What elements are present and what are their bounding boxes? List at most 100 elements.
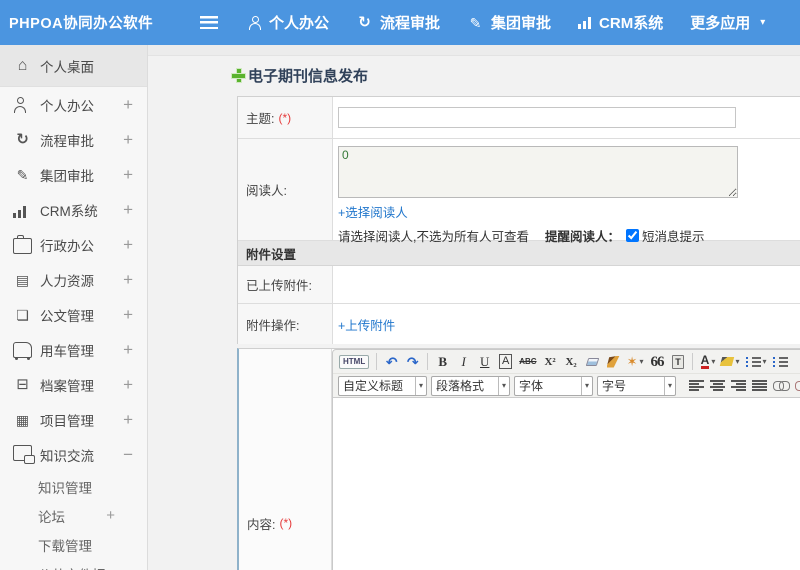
add-plus-icon (232, 69, 245, 82)
nav-item[interactable]: 流程审批 (356, 12, 440, 33)
sidebar-item[interactable]: 知识交流 − (0, 437, 147, 472)
sidebar-item[interactable]: 公文管理 + (0, 297, 147, 332)
ordered-list-icon (745, 355, 761, 368)
edit-icon (467, 15, 484, 30)
align-center-button[interactable] (708, 376, 727, 396)
blockquote-button[interactable]: 66 (647, 352, 666, 372)
sidebar-item[interactable]: 行政办公 + (0, 227, 147, 262)
align-justify-button[interactable] (750, 376, 769, 396)
expand-toggle[interactable]: + (106, 507, 115, 524)
superscript-button[interactable]: X² (541, 352, 560, 372)
sidebar-item[interactable]: 集团审批 + (0, 157, 147, 192)
nav-item[interactable]: CRM系统 (578, 12, 663, 33)
expand-toggle[interactable]: + (123, 410, 133, 430)
doc-icon (13, 307, 32, 323)
paste-as-text-icon (671, 354, 684, 369)
readers-hint: 请选择阅读人,不选为所有人可查看 (338, 230, 529, 244)
expand-toggle[interactable]: + (123, 130, 133, 150)
expand-toggle[interactable]: − (123, 445, 133, 465)
select-readers-link[interactable]: +选择阅读人 (338, 202, 408, 221)
expand-toggle[interactable]: + (123, 375, 133, 395)
briefcase-icon (13, 235, 32, 254)
attach-ops-label: 附件操作: (246, 318, 300, 333)
sidebar-item[interactable]: 流程审批 + (0, 122, 147, 157)
font-family-select[interactable]: 字体 ▾ (514, 375, 594, 396)
underline-button[interactable]: U (475, 352, 494, 372)
html-source-button[interactable]: HTML (337, 352, 371, 372)
sidebar-subitem[interactable]: 论坛 + (0, 501, 147, 530)
dropdown-caret-icon: ▾ (735, 357, 740, 366)
expand-toggle[interactable]: + (123, 200, 133, 220)
font-color-button[interactable]: A ▾ (698, 352, 717, 372)
bold-button[interactable]: B (433, 352, 452, 372)
nav-item[interactable]: 个人办公 (248, 12, 329, 33)
insert-link-button[interactable] (771, 376, 791, 396)
app-logo[interactable]: PHPOA协同办公软件 (0, 12, 178, 33)
sidebar-item[interactable]: 用车管理 + (0, 332, 147, 367)
sidebar: 个人桌面 个人办公 + 流程审批 + 集团审批 + CRM系统 (0, 45, 148, 570)
paragraph-format-select[interactable]: 段落格式 ▾ (431, 375, 511, 396)
highlight-color-button[interactable]: ▾ (719, 352, 741, 372)
auto-typeset-icon (627, 354, 638, 369)
subscript-button[interactable]: X₂ (562, 352, 581, 372)
auto-typeset-button[interactable]: ▾ (625, 352, 646, 372)
editor-content-area[interactable] (333, 398, 800, 570)
sidebar-subitem[interactable]: 公共文件柜 (0, 559, 147, 570)
person-icon (13, 96, 32, 113)
top-nav: 个人办公 流程审批 集团审批 CRM系统 更多应用 ▾ (248, 12, 765, 33)
app-body: 个人桌面 个人办公 + 流程审批 + 集团审批 + CRM系统 (0, 45, 800, 570)
font-style-button[interactable]: A (496, 352, 515, 372)
undo-button[interactable]: ↶ (382, 352, 401, 372)
paste-as-text-button[interactable] (668, 352, 687, 372)
italic-button[interactable]: I (454, 352, 473, 372)
dropdown-caret-icon: ▾ (581, 376, 592, 395)
strikethrough-button[interactable]: ABC (517, 352, 538, 372)
upload-attachment-link[interactable]: +上传附件 (338, 315, 395, 334)
sidebar-item[interactable]: 档案管理 + (0, 367, 147, 402)
sidebar-item[interactable]: 人力资源 + (0, 262, 147, 297)
align-right-button[interactable] (729, 376, 748, 396)
editor-align-insert-group (686, 376, 800, 396)
font-size-select[interactable]: 字号 ▾ (597, 375, 677, 396)
sms-notify-checkbox[interactable] (626, 229, 639, 242)
person-icon (248, 15, 262, 30)
sidebar-item[interactable]: 项目管理 + (0, 402, 147, 437)
hamburger-menu-icon[interactable] (200, 16, 218, 29)
chart-icon (578, 16, 593, 29)
sidebar-item[interactable]: 个人桌面 (0, 45, 147, 87)
remind-readers-label: 提醒阅读人： (544, 230, 620, 244)
page-title: 电子期刊信息发布 (232, 65, 800, 86)
expand-toggle[interactable]: + (123, 270, 133, 290)
redo-button[interactable]: ↷ (403, 352, 422, 372)
unordered-list-button[interactable] (771, 352, 790, 372)
align-left-button[interactable] (687, 376, 706, 396)
toolbar-separator (692, 353, 694, 370)
remove-link-button[interactable] (793, 376, 800, 396)
subject-row: 主题: (*) (238, 97, 800, 139)
nav-item[interactable]: 集团审批 (467, 12, 551, 33)
expand-toggle[interactable]: + (123, 95, 133, 115)
editor-toolbar-row2: 自定义标题 ▾ 段落格式 ▾ 字体 ▾ 字号 ▾ (333, 374, 800, 398)
expand-toggle[interactable]: + (123, 165, 133, 185)
sidebar-subitem[interactable]: 知识管理 (0, 472, 147, 501)
format-brush-button[interactable] (604, 352, 623, 372)
expand-toggle[interactable]: + (123, 340, 133, 360)
readers-textarea[interactable]: 0 (338, 146, 738, 198)
align-right-icon (731, 380, 747, 391)
sidebar-item[interactable]: CRM系统 + (0, 192, 147, 227)
remove-format-button[interactable] (583, 352, 602, 372)
ordered-list-button[interactable]: ▾ (744, 352, 769, 372)
dropdown-caret-icon: ▾ (664, 376, 675, 395)
unordered-list-icon (772, 355, 788, 368)
sidebar-item[interactable]: 个人办公 + (0, 87, 147, 122)
expand-toggle[interactable]: + (123, 235, 133, 255)
subject-input[interactable] (338, 107, 736, 128)
book-icon (13, 272, 32, 288)
nav-item[interactable]: 更多应用 ▾ (690, 12, 765, 33)
sidebar-subitem[interactable]: 下载管理 (0, 530, 147, 559)
car-icon (13, 342, 32, 360)
uploaded-attachments-empty (333, 266, 800, 303)
expand-toggle[interactable]: + (123, 305, 133, 325)
heading-select[interactable]: 自定义标题 ▾ (338, 375, 428, 396)
project-icon (13, 412, 32, 428)
